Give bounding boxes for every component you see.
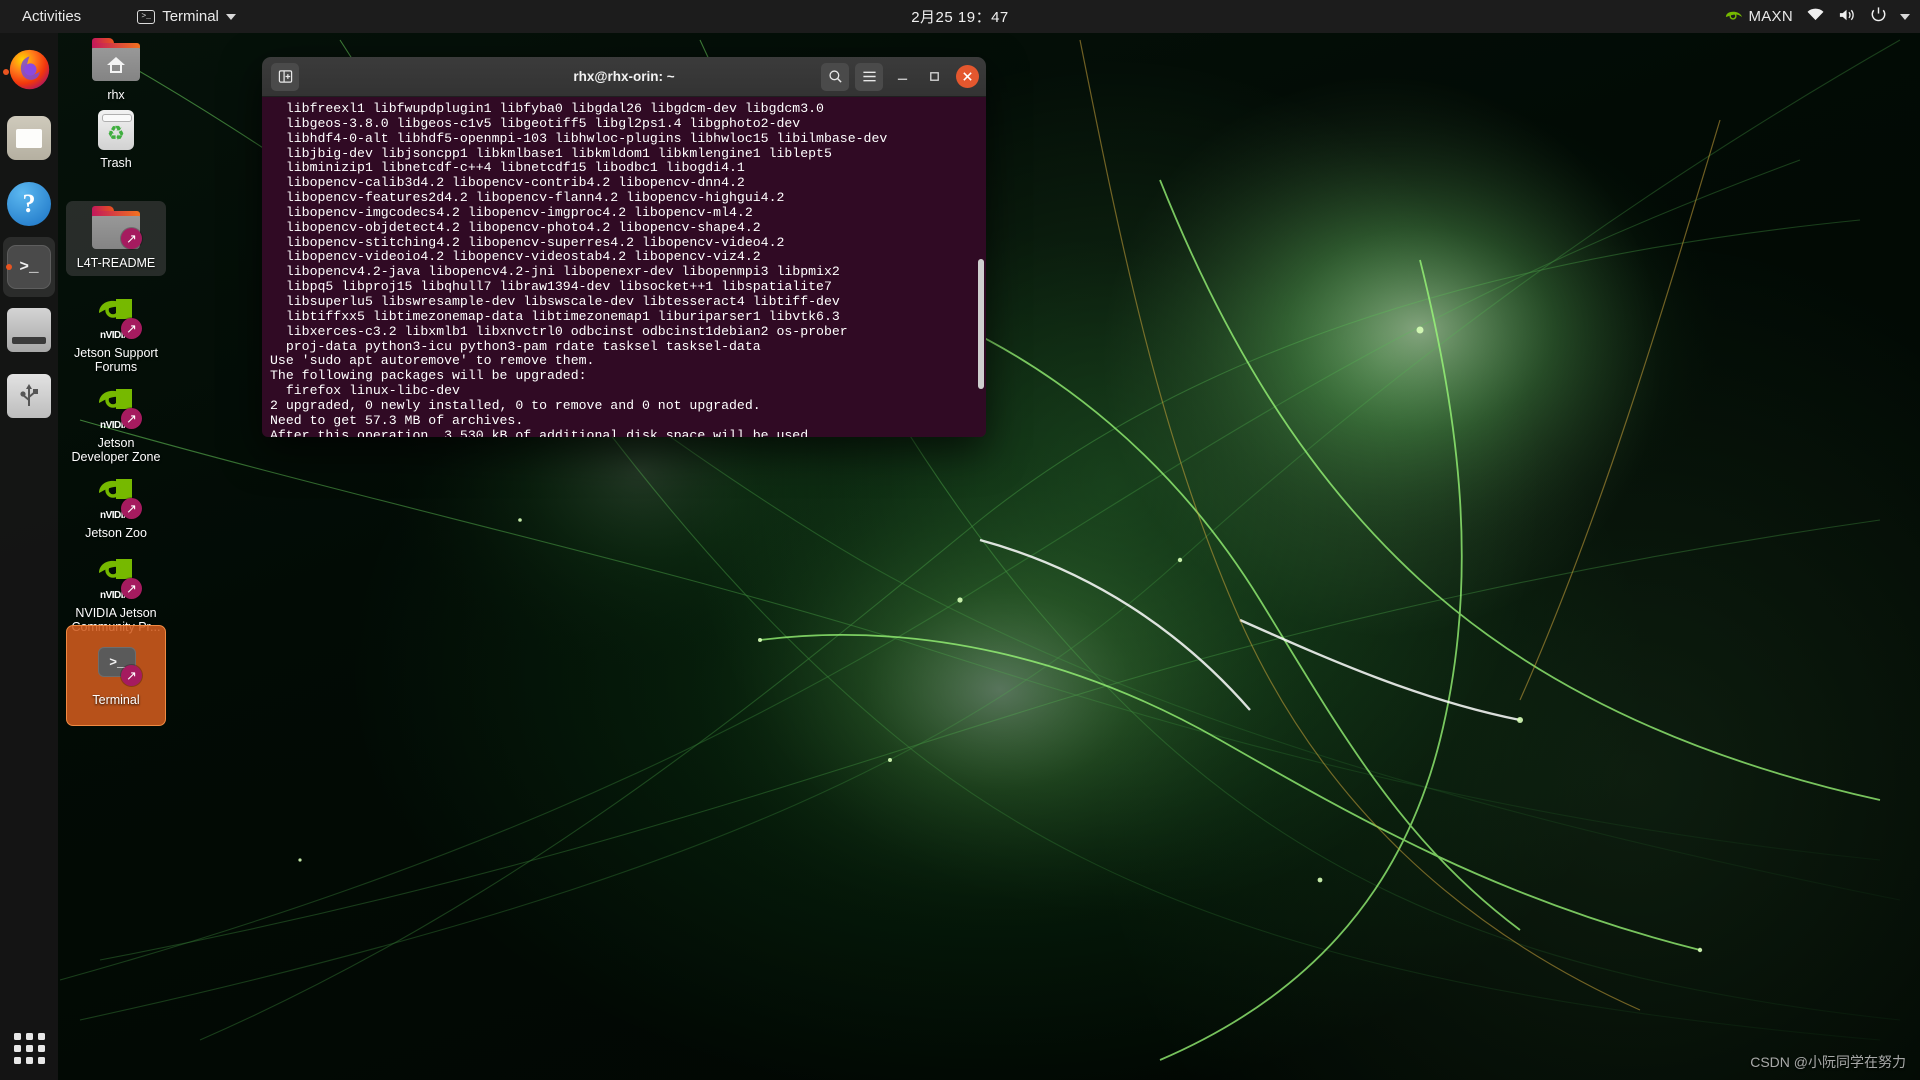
desktop-icon-rhx[interactable]: rhx — [66, 33, 166, 108]
terminal-icon: >_ — [7, 245, 51, 289]
terminal-output-area[interactable]: libfreexl1 libfwupdplugin1 libfyba0 libg… — [262, 97, 986, 437]
hamburger-menu-icon[interactable] — [855, 62, 883, 91]
files-icon — [7, 116, 51, 160]
watermark: CSDN @小阮同学在努力 — [1750, 1054, 1906, 1070]
desktop-icon-terminal[interactable]: >_ ↗ Terminal — [66, 625, 166, 726]
desktop-icon-trash[interactable]: ♻ Trash — [66, 101, 166, 176]
terminal-scrollbar[interactable] — [978, 259, 984, 389]
dock-item-files[interactable] — [0, 105, 58, 171]
desktop-icon-label: Jetson Zoo — [85, 526, 147, 540]
power-mode-label: MAXN — [1748, 8, 1793, 25]
desktop-icon-label: Jetson Developer Zone — [71, 436, 161, 464]
dock-item-disk[interactable] — [0, 297, 58, 363]
home-folder-icon — [92, 38, 140, 83]
wifi-icon[interactable] — [1806, 7, 1825, 26]
terminal-shortcut-icon: >_ ↗ — [92, 644, 142, 688]
nvidia-logo-icon — [1724, 10, 1743, 24]
disk-icon — [7, 308, 51, 352]
close-icon[interactable] — [956, 65, 979, 88]
activities-button[interactable]: Activities — [12, 4, 91, 29]
usb-icon — [7, 374, 51, 418]
desktop-icon-jetson-zoo[interactable]: nVIDIA. ↗ Jetson Zoo — [66, 471, 166, 546]
terminal-title: rhx@rhx-orin: ~ — [573, 69, 675, 84]
show-applications-button[interactable] — [0, 1033, 58, 1064]
shortcut-arrow-icon: ↗ — [121, 498, 142, 519]
dock: ? >_ — [0, 33, 58, 1080]
terminal-title-bar[interactable]: rhx@rhx-orin: ~ — [262, 57, 986, 97]
new-tab-icon[interactable] — [271, 62, 299, 91]
dock-item-help[interactable]: ? — [0, 171, 58, 237]
volume-icon[interactable] — [1838, 7, 1857, 27]
desktop-icon-label: rhx — [107, 88, 125, 102]
shortcut-arrow-icon: ↗ — [121, 318, 142, 339]
help-icon: ? — [7, 182, 51, 226]
firefox-icon — [7, 47, 52, 97]
search-icon[interactable] — [821, 62, 849, 91]
desktop-icon-label: Trash — [100, 156, 132, 170]
clock[interactable]: 2月25 19：47 — [911, 6, 1009, 27]
shortcut-arrow-icon: ↗ — [121, 665, 142, 686]
terminal-icon: >_ — [137, 9, 156, 24]
desktop-icon-label: Jetson Support Forums — [73, 346, 159, 374]
terminal-output-text: libfreexl1 libfwupdplugin1 libfyba0 libg… — [270, 101, 986, 437]
top-bar: Activities >_ Terminal 2月25 19：47 MAXN — [0, 0, 1920, 33]
minimize-icon[interactable] — [889, 64, 915, 90]
nvidia-shortcut-icon: nVIDIA. ↗ — [92, 477, 142, 521]
power-mode-indicator[interactable]: MAXN — [1724, 8, 1793, 25]
chevron-down-icon — [225, 13, 236, 20]
nvidia-shortcut-icon: nVIDIA. ↗ — [92, 557, 142, 601]
shortcut-arrow-icon: ↗ — [121, 578, 142, 599]
desktop-icon-l4t-readme[interactable]: ↗ L4T-README — [66, 201, 166, 276]
power-icon[interactable] — [1870, 6, 1887, 27]
app-menu-label: Terminal — [162, 8, 219, 25]
nvidia-shortcut-icon: nVIDIA. ↗ — [92, 297, 142, 341]
maximize-icon[interactable] — [921, 64, 947, 90]
terminal-window[interactable]: rhx@rhx-orin: ~ libfreexl1 libfwupdplugi… — [262, 57, 986, 437]
app-menu-terminal[interactable]: >_ Terminal — [129, 4, 244, 29]
nvidia-shortcut-icon: nVIDIA. ↗ — [92, 387, 142, 431]
dock-item-usb[interactable] — [0, 363, 58, 429]
shortcut-arrow-icon: ↗ — [121, 228, 142, 249]
trash-icon: ♻ — [92, 107, 140, 151]
folder-shortcut-icon: ↗ — [92, 206, 142, 251]
desktop-icon-label: Terminal — [92, 693, 140, 707]
desktop-icon-jetson-developer-zone[interactable]: nVIDIA. ↗ Jetson Developer Zone — [66, 381, 166, 470]
shortcut-arrow-icon: ↗ — [121, 408, 142, 429]
desktop-icon-jetson-support-forums[interactable]: nVIDIA. ↗ Jetson Support Forums — [66, 291, 166, 380]
grid-apps-icon — [13, 1033, 45, 1064]
terminal-window-controls — [821, 62, 979, 91]
chevron-down-icon[interactable] — [1900, 13, 1910, 20]
desktop-icon-label: L4T-README — [76, 256, 156, 270]
dock-item-firefox[interactable] — [0, 39, 58, 105]
system-tray: MAXN — [1724, 6, 1910, 27]
dock-item-terminal[interactable]: >_ — [3, 237, 55, 297]
